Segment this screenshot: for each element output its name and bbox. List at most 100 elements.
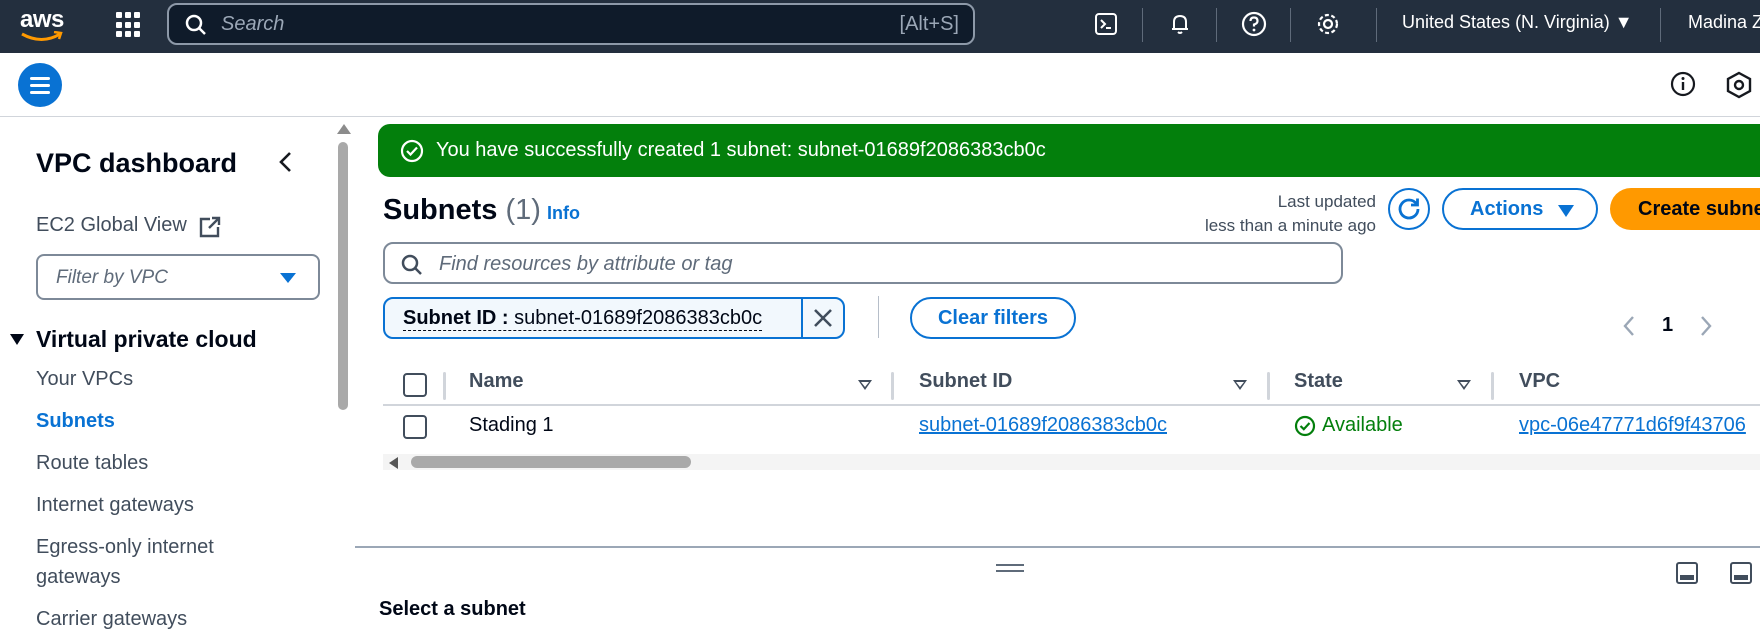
chevron-left-icon[interactable]	[1622, 315, 1636, 337]
filter-token-value: subnet-01689f2086383cb0c	[514, 307, 763, 329]
column-divider[interactable]	[1491, 372, 1494, 400]
state-label: Available	[1322, 414, 1403, 436]
info-link[interactable]: Info	[547, 203, 580, 224]
split-panel-divider[interactable]	[355, 546, 1760, 548]
filter-token[interactable]: Subnet ID : subnet-01689f2086383cb0c	[383, 297, 845, 339]
column-header-name[interactable]: Name	[469, 370, 523, 393]
create-subnet-button[interactable]: Create subnet	[1610, 188, 1760, 230]
notifications-hex-icon[interactable]	[1724, 71, 1754, 99]
success-message: You have successfully created 1 subnet: …	[436, 139, 1046, 161]
settings-icon[interactable]	[1314, 10, 1342, 38]
services-grid-icon[interactable]	[116, 12, 142, 38]
external-link-icon	[199, 216, 221, 238]
chevron-right-icon[interactable]	[1699, 315, 1713, 337]
filter-token-key: Subnet ID :	[403, 307, 509, 329]
bell-icon[interactable]	[1166, 10, 1194, 38]
top-navigation: aws Search [Alt+S] United States (N. Vir…	[0, 0, 1760, 53]
nav-separator	[1376, 8, 1377, 42]
split-panel-title: Select a subnet	[379, 598, 526, 620]
table-row[interactable]: Stading 1 subnet-01689f2086383cb0c Avail…	[383, 408, 1760, 448]
section-virtual-private-cloud[interactable]: Virtual private cloud	[10, 326, 257, 353]
caret-down-icon	[280, 273, 296, 283]
cell-subnet-id-link[interactable]: subnet-01689f2086383cb0c	[919, 414, 1167, 437]
ec2-global-view-link[interactable]: EC2 Global View	[36, 214, 187, 237]
column-header-vpc[interactable]: VPC	[1519, 370, 1560, 393]
column-divider	[443, 372, 446, 400]
sidebar: VPC dashboard EC2 Global View Filter by …	[0, 118, 354, 630]
menu-toggle-button[interactable]	[18, 63, 62, 107]
panel-side-icon[interactable]	[1730, 562, 1752, 584]
last-updated-value: less than a minute ago	[1204, 216, 1376, 235]
user-menu[interactable]: Madina Z	[1688, 12, 1760, 33]
sort-icon[interactable]	[1457, 380, 1471, 390]
sidebar-item-internet-gateways[interactable]: Internet gateways	[36, 490, 194, 520]
sidebar-item-egress-only-internet-gateways[interactable]: Egress-only internet gateways	[36, 532, 296, 592]
aws-logo-text: aws	[20, 6, 64, 33]
chevron-left-icon[interactable]	[276, 150, 296, 174]
table-horizontal-scrollbar[interactable]	[383, 454, 1760, 470]
success-flashbar: You have successfully created 1 subnet: …	[378, 124, 1760, 177]
sidebar-item-route-tables[interactable]: Route tables	[36, 448, 148, 478]
sidebar-item-your-vpcs[interactable]: Your VPCs	[36, 364, 133, 394]
row-checkbox[interactable]	[403, 415, 427, 439]
scrollbar-thumb[interactable]	[411, 456, 691, 468]
refresh-button[interactable]	[1388, 188, 1430, 230]
success-check-icon	[400, 139, 424, 163]
column-divider[interactable]	[1267, 372, 1270, 400]
global-search-input[interactable]: Search [Alt+S]	[167, 3, 975, 45]
cell-state: Available	[1294, 414, 1403, 437]
resource-filter-input[interactable]: Find resources by attribute or tag	[383, 242, 1343, 284]
resource-count: (1)	[505, 194, 541, 226]
secondary-toolbar	[0, 53, 1760, 117]
sort-icon[interactable]	[1233, 380, 1247, 390]
nav-separator	[1660, 8, 1661, 42]
cell-vpc-link[interactable]: vpc-06e47771d6f9f43706	[1519, 414, 1746, 437]
filter-by-vpc-select[interactable]: Filter by VPC	[36, 254, 320, 300]
sort-icon[interactable]	[858, 380, 872, 390]
sidebar-item-subnets[interactable]: Subnets	[36, 406, 115, 436]
aws-logo[interactable]: aws	[20, 6, 68, 42]
refresh-icon	[1398, 198, 1420, 220]
filter-separator	[878, 296, 879, 338]
cloudshell-icon[interactable]	[1092, 10, 1120, 38]
caret-down-icon	[1558, 205, 1574, 217]
search-placeholder: Search	[221, 13, 285, 35]
select-all-checkbox[interactable]	[403, 373, 427, 397]
search-icon	[401, 254, 422, 275]
info-circle-icon[interactable]	[1670, 71, 1696, 97]
status-available-icon	[1294, 415, 1316, 436]
cell-name: Stading 1	[469, 414, 554, 436]
actions-button[interactable]: Actions	[1442, 188, 1598, 230]
nav-separator	[1142, 8, 1143, 42]
clear-filters-button[interactable]: Clear filters	[910, 297, 1076, 339]
token-divider	[801, 299, 803, 337]
page-title: Subnets (1)	[383, 194, 541, 227]
sidebar-title[interactable]: VPC dashboard	[36, 148, 237, 179]
actions-label: Actions	[1470, 197, 1544, 220]
help-icon[interactable]	[1240, 10, 1268, 38]
filter-by-vpc-placeholder: Filter by VPC	[56, 267, 168, 288]
last-updated-label: Last updated	[1277, 192, 1376, 211]
search-icon	[185, 14, 206, 35]
panel-bottom-icon[interactable]	[1676, 562, 1698, 584]
pagination: 1	[1622, 314, 1713, 337]
page-title-text: Subnets	[383, 194, 498, 226]
section-label: Virtual private cloud	[36, 326, 257, 352]
scroll-up-icon[interactable]	[337, 124, 351, 134]
column-header-state[interactable]: State	[1294, 370, 1343, 393]
nav-separator	[1216, 8, 1217, 42]
resource-filter-placeholder: Find resources by attribute or tag	[439, 253, 733, 275]
close-icon[interactable]	[810, 305, 836, 331]
scrollbar-thumb[interactable]	[338, 142, 348, 410]
last-updated: Last updated less than a minute ago	[1140, 190, 1376, 238]
caret-down-icon	[10, 334, 24, 345]
filter-token-label[interactable]: Subnet ID : subnet-01689f2086383cb0c	[403, 307, 763, 331]
scroll-left-icon[interactable]	[389, 457, 398, 469]
page-number[interactable]: 1	[1662, 314, 1673, 337]
column-divider[interactable]	[891, 372, 894, 400]
sidebar-scrollbar[interactable]	[334, 118, 354, 630]
drag-handle-icon[interactable]	[996, 564, 1024, 576]
nav-separator	[1290, 8, 1291, 42]
column-header-subnet-id[interactable]: Subnet ID	[919, 370, 1012, 393]
region-selector[interactable]: United States (N. Virginia) ▼	[1402, 12, 1633, 33]
